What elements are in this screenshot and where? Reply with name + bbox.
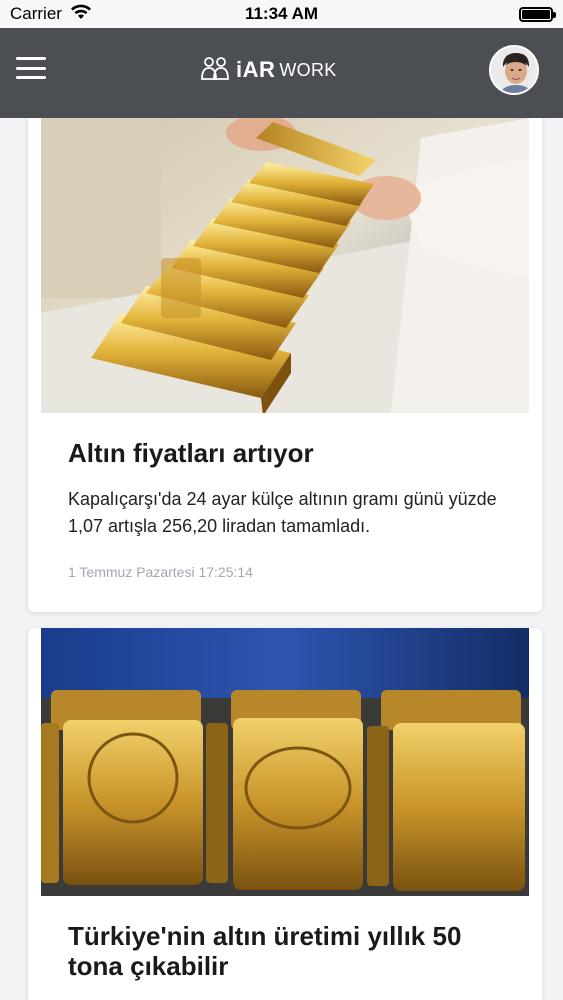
- article-title[interactable]: Altın fiyatları artıyor: [68, 438, 514, 468]
- carrier-label: Carrier: [10, 4, 62, 23]
- news-card[interactable]: Altın fiyatları artıyor Kapalıçarşı'da 2…: [28, 118, 542, 612]
- news-card[interactable]: Türkiye'nin altın üretimi yıllık 50 tona…: [28, 628, 542, 1000]
- nav-bar: iAR WORK: [0, 28, 563, 118]
- news-feed[interactable]: Altın fiyatları artıyor Kapalıçarşı'da 2…: [0, 118, 563, 1000]
- article-title[interactable]: Türkiye'nin altın üretimi yıllık 50 tona…: [68, 921, 514, 981]
- gold-bars-stack-photo[interactable]: [41, 118, 529, 413]
- status-bar: Carrier 11:34 AM: [0, 0, 563, 28]
- wifi-icon: [70, 4, 92, 25]
- app-logo[interactable]: iAR WORK: [200, 55, 337, 85]
- logo-text-bold: iAR: [236, 57, 276, 82]
- user-avatar[interactable]: [489, 45, 539, 95]
- people-group-icon: [200, 55, 232, 86]
- hamburger-menu-icon[interactable]: [16, 57, 46, 79]
- gold-bars-1000g-photo[interactable]: [41, 628, 529, 896]
- article-summary: Kapalıçarşı'da 24 ayar külçe altının gra…: [68, 489, 497, 536]
- article-date: 1 Temmuz Pazartesi 17:25:14: [68, 564, 253, 580]
- logo-text-light: WORK: [279, 59, 337, 80]
- status-left: Carrier: [10, 4, 92, 25]
- battery-level: [522, 9, 550, 19]
- battery-icon: [519, 6, 556, 22]
